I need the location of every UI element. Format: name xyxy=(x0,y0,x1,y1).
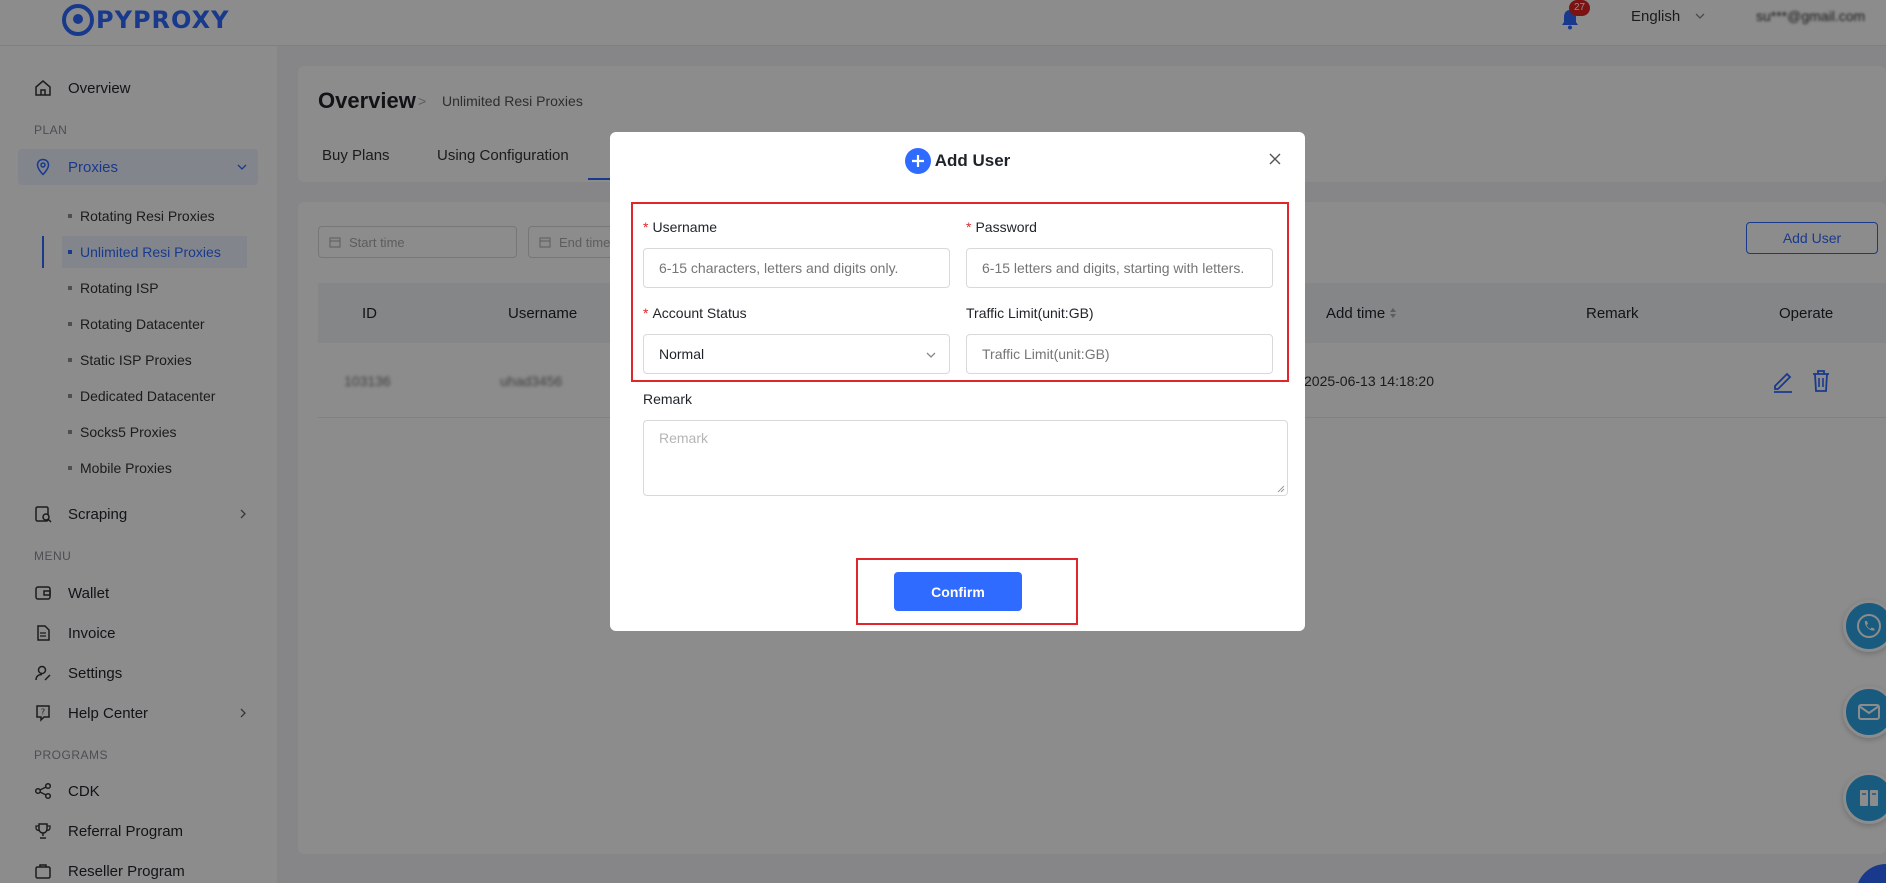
close-icon[interactable] xyxy=(1268,152,1282,166)
username-label: * Username xyxy=(643,219,717,235)
username-label-text: Username xyxy=(652,219,718,235)
account-status-label-text: Account Status xyxy=(652,305,747,321)
chevron-down-icon xyxy=(926,352,936,358)
account-status-value: Normal xyxy=(659,346,705,362)
modal-title-text: Add User xyxy=(934,151,1011,170)
resize-handle-icon[interactable] xyxy=(1277,485,1285,493)
confirm-button[interactable]: Confirm xyxy=(894,572,1022,611)
account-status-select[interactable]: Normal xyxy=(643,334,950,374)
required-mark: * xyxy=(643,219,649,235)
plus-circle-icon xyxy=(904,148,931,174)
traffic-limit-label: Traffic Limit(unit:GB) xyxy=(966,305,1094,321)
password-input[interactable] xyxy=(966,248,1273,288)
account-status-label: * Account Status xyxy=(643,305,747,321)
remark-label: Remark xyxy=(643,391,693,407)
password-label: * Password xyxy=(966,219,1037,235)
traffic-limit-input[interactable] xyxy=(966,334,1273,374)
remark-textarea[interactable]: Remark xyxy=(643,420,1288,496)
modal-title: Add User xyxy=(610,148,1305,174)
username-input[interactable] xyxy=(643,248,950,288)
password-label-text: Password xyxy=(975,219,1037,235)
required-mark: * xyxy=(643,305,649,321)
remark-placeholder: Remark xyxy=(659,430,709,446)
required-mark: * xyxy=(966,219,972,235)
add-user-modal: Add User *Username *Password *Account St… xyxy=(610,132,1305,631)
